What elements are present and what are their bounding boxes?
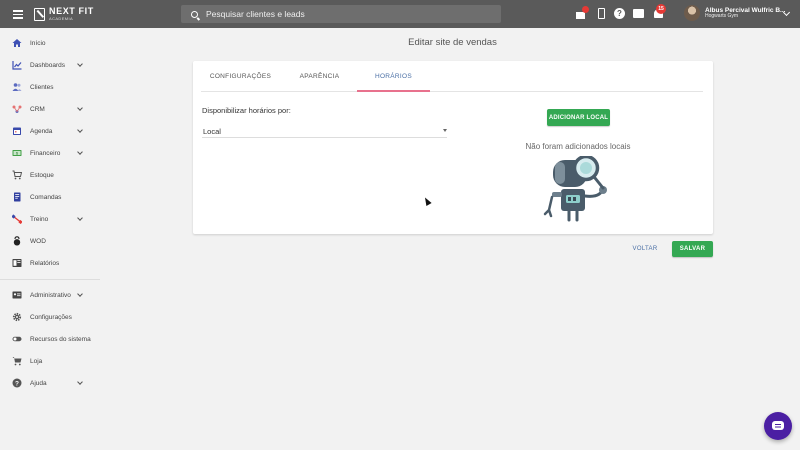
back-button[interactable]: VOLTAR (628, 243, 662, 255)
sidebar-item-label: CRM (30, 105, 45, 113)
sidebar-item-inicio[interactable]: Início (0, 34, 100, 52)
sidebar-item-label: WOD (30, 237, 46, 245)
sidebar-item-agenda[interactable]: Agenda (0, 122, 100, 140)
sidebar-item-label: Dashboards (30, 61, 66, 69)
page-title: Editar site de vendas (408, 37, 497, 48)
sidebar-item-ajuda[interactable]: ? Ajuda (0, 374, 100, 392)
top-bar: NEXT FIT ACADEMIA ? 15 Albus Percival Wu… (0, 0, 800, 28)
save-button[interactable]: SALVAR (672, 241, 713, 257)
sidebar-item-estoque[interactable]: Estoque (0, 166, 100, 184)
sidebar-item-loja[interactable]: Loja (0, 352, 100, 370)
help-circle-icon: ? (12, 378, 22, 388)
sidebar-item-treino[interactable]: Treino (0, 210, 100, 228)
notification-badge: 15 (656, 4, 666, 14)
tab-bar: CONFIGURAÇÕES APARÊNCIA HORÁRIOS (201, 61, 703, 92)
sidebar-item-label: Loja (30, 357, 43, 365)
sidebar-item-label: Início (30, 39, 46, 47)
chat-icon[interactable] (633, 8, 645, 20)
chat-bubble-icon (772, 421, 784, 430)
sidebar-item-recursos[interactable]: Recursos do sistema (0, 330, 100, 348)
logo[interactable]: NEXT FIT ACADEMIA (34, 7, 94, 21)
report-icon (12, 259, 22, 267)
chevron-down-icon (77, 149, 83, 155)
logo-text: NEXT FIT (49, 6, 94, 16)
sidebar-item-clientes[interactable]: Clientes (0, 78, 100, 96)
search-bar[interactable] (181, 5, 501, 23)
home-icon (12, 39, 22, 47)
calendar-icon (13, 127, 21, 135)
avatar (684, 5, 700, 21)
dumbbell-icon (12, 214, 22, 224)
search-icon (191, 10, 198, 18)
sidebar-divider (0, 279, 100, 280)
crm-icon (12, 105, 22, 113)
chevron-down-icon (77, 105, 83, 111)
chevron-down-icon (77, 61, 83, 67)
sidebar-item-comandas[interactable]: Comandas (0, 188, 100, 206)
logo-mark-icon (34, 7, 45, 21)
svg-text:?: ? (15, 380, 19, 387)
sidebar-item-administrativo[interactable]: Administrativo (0, 286, 100, 304)
sidebar-item-label: Recursos do sistema (30, 335, 91, 343)
help-icon[interactable]: ? (614, 8, 626, 20)
sidebar-item-dashboards[interactable]: Dashboards (0, 56, 100, 74)
money-icon: $ (12, 150, 22, 156)
chevron-down-icon (77, 215, 83, 221)
users-icon (12, 83, 22, 91)
logo-subtext: ACADEMIA (49, 16, 74, 21)
chart-line-icon (12, 61, 22, 70)
menu-icon[interactable] (13, 10, 23, 19)
chevron-down-icon (77, 127, 83, 133)
cart-icon (12, 170, 22, 180)
select-value: Local (203, 127, 221, 136)
dropdown-arrow-icon (443, 129, 447, 132)
sidebar-item-relatorios[interactable]: Relatórios (0, 254, 100, 272)
robot-magnifier-illustration (543, 156, 607, 222)
kettlebell-icon (13, 236, 21, 246)
sidebar-item-label: Configurações (30, 313, 72, 321)
phone-icon[interactable] (596, 8, 608, 20)
receipt-icon (14, 192, 21, 202)
chevron-down-icon (77, 379, 83, 385)
sidebar-item-label: Agenda (30, 127, 53, 135)
shop-cart-icon (12, 357, 22, 366)
sidebar-item-label: Estoque (30, 171, 54, 179)
sidebar: Início Dashboards Clientes CRM Agenda $ … (0, 28, 100, 450)
sidebar-item-label: Relatórios (30, 259, 60, 267)
sidebar-item-financeiro[interactable]: $ Financeiro (0, 144, 100, 162)
sidebar-item-label: Ajuda (30, 379, 47, 387)
tab-aparencia[interactable]: APARÊNCIA (280, 61, 359, 92)
sidebar-item-configuracoes[interactable]: Configurações (0, 308, 100, 326)
empty-state-message: Não foram adicionados locais (525, 142, 631, 151)
chevron-down-icon (77, 291, 83, 297)
sidebar-item-crm[interactable]: CRM (0, 100, 100, 118)
schedule-by-select[interactable]: Local (202, 124, 447, 138)
sidebar-item-label: Clientes (30, 83, 54, 91)
sidebar-item-label: Treino (30, 215, 49, 223)
tab-configuracoes[interactable]: CONFIGURAÇÕES (201, 61, 280, 92)
gear-icon (12, 312, 22, 322)
sidebar-item-label: Comandas (30, 193, 62, 201)
user-org: Hogwarts Gym (705, 12, 739, 19)
toggle-icon (12, 336, 22, 342)
active-tab-indicator (357, 90, 430, 92)
sidebar-item-label: Administrativo (30, 291, 71, 299)
schedule-by-label: Disponibilizar horários por: (202, 106, 291, 115)
gift-alert-dot (582, 6, 589, 13)
sidebar-item-wod[interactable]: WOD (0, 232, 100, 250)
add-location-button[interactable]: ADICIONAR LOCAL (547, 109, 610, 126)
user-menu[interactable]: Albus Percival Wulfric B... Hogwarts Gym (684, 5, 791, 21)
search-input[interactable] (206, 9, 486, 19)
settings-card: CONFIGURAÇÕES APARÊNCIA HORÁRIOS Disponi… (193, 61, 713, 234)
chat-widget-button[interactable] (764, 412, 792, 440)
gift-icon[interactable] (575, 6, 589, 20)
id-card-icon (12, 291, 22, 299)
tab-horarios[interactable]: HORÁRIOS (357, 61, 430, 92)
sidebar-item-label: Financeiro (30, 149, 61, 157)
